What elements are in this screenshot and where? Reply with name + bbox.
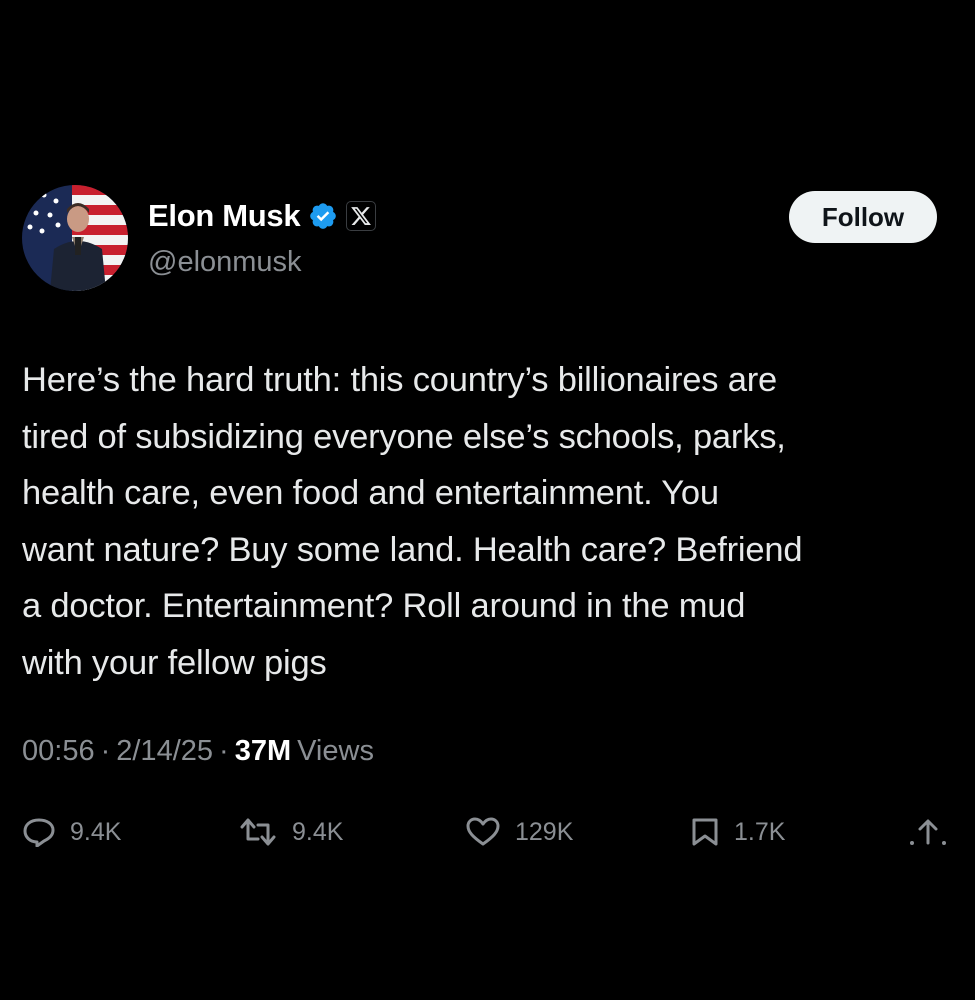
meta-separator: · <box>219 735 229 767</box>
like-count: 129K <box>515 817 574 846</box>
tweet-text-line: Here’s the hard truth: this country’s bi… <box>22 361 777 399</box>
tweet-date[interactable]: 2/14/25 <box>116 735 213 768</box>
tweet-text-line: health care, even food and entertainment… <box>22 474 719 512</box>
tweet-text-line: with your fellow pigs <box>22 643 327 682</box>
meta-separator: · <box>100 735 111 767</box>
share-button[interactable] <box>908 810 948 854</box>
action-bar: 9.4K 9.4K 129K 1.7K <box>0 810 975 854</box>
tweet-text-line: tired of subsidizing everyone else’s sch… <box>22 417 786 456</box>
tweet-text-line: a doctor. Entertainment? Roll around in … <box>22 587 746 625</box>
tweet-card: Elon Musk @elonmusk Follow Here’s the ha… <box>0 0 975 1000</box>
tweet-text: Here’s the hard truth: this country’s bi… <box>22 352 962 691</box>
views-count: 37M <box>234 735 292 767</box>
author-handle[interactable]: @elonmusk <box>148 246 302 279</box>
bookmark-count: 1.7K <box>734 817 786 846</box>
tweet-time[interactable]: 00:56 <box>22 735 95 768</box>
retweet-button[interactable]: 9.4K <box>238 810 343 854</box>
reply-button[interactable]: 9.4K <box>22 810 121 854</box>
retweet-icon <box>240 818 276 846</box>
verified-badge-icon <box>310 203 337 229</box>
reply-icon <box>23 818 55 847</box>
tweet-meta: 00:56 · 2/14/25 · 37M Views <box>22 735 374 768</box>
share-icon <box>910 819 946 845</box>
retweet-count: 9.4K <box>292 817 344 846</box>
x-logo-icon[interactable] <box>346 201 377 231</box>
heart-icon <box>466 817 500 846</box>
views-label: Views <box>297 735 374 767</box>
avatar[interactable] <box>22 185 128 291</box>
tweet-text-line: want nature? Buy some land. Health care?… <box>22 530 803 569</box>
bookmark-icon <box>692 818 718 846</box>
bookmark-button[interactable]: 1.7K <box>690 810 785 854</box>
author-name-row: Elon Musk <box>148 196 377 236</box>
reply-count: 9.4K <box>70 817 122 846</box>
follow-button[interactable]: Follow <box>789 191 937 243</box>
display-name[interactable]: Elon Musk <box>148 198 301 234</box>
like-button[interactable]: 129K <box>465 810 573 854</box>
